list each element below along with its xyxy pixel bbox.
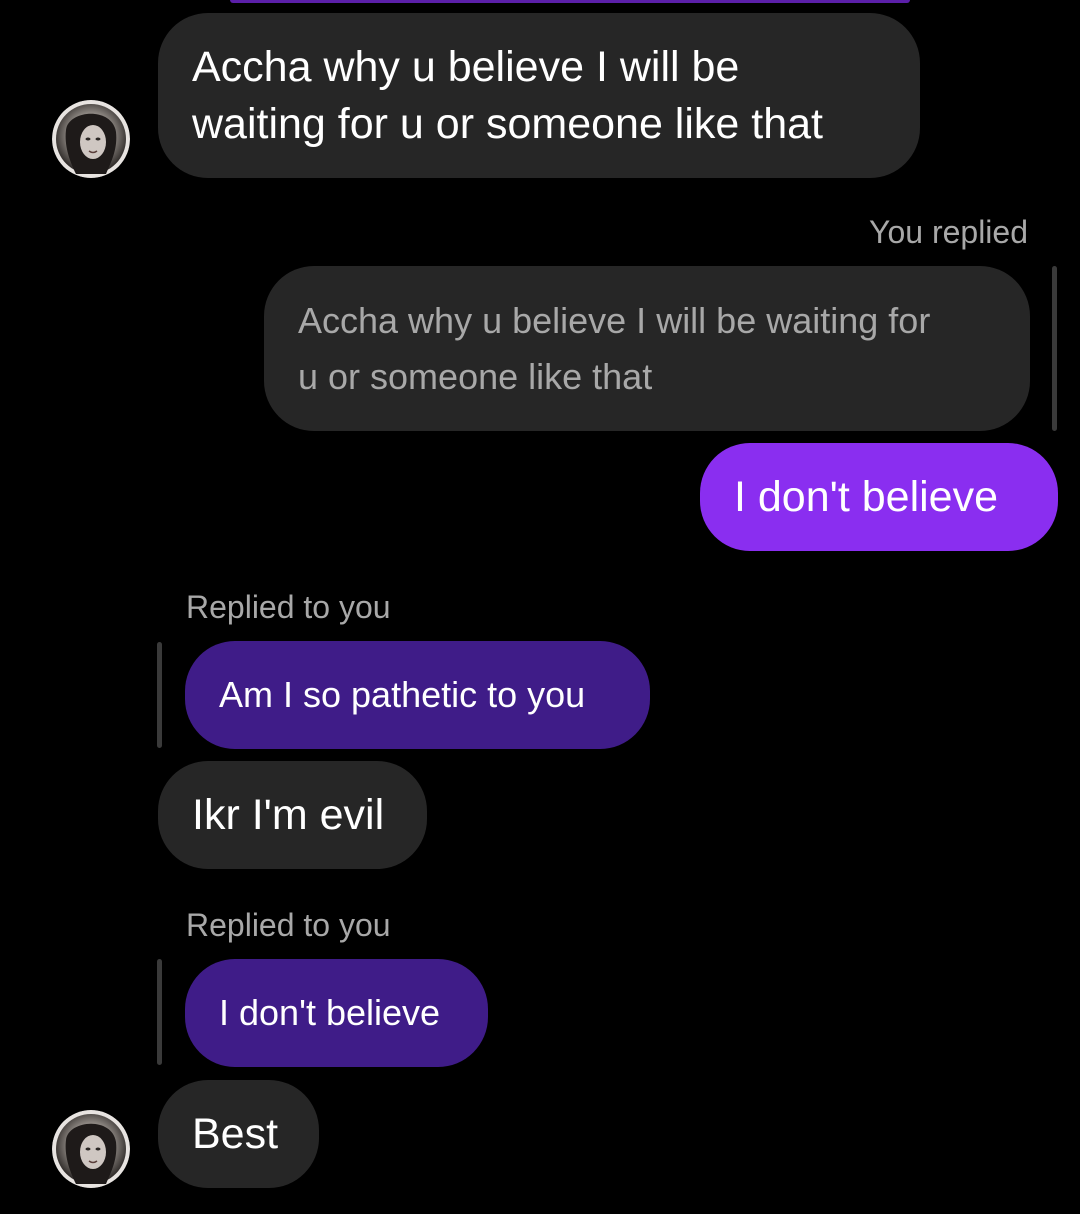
quoted-message-bubble[interactable]: I don't believe bbox=[185, 959, 488, 1067]
message-text: Ikr I'm evil bbox=[192, 790, 385, 839]
you-replied-label: You replied bbox=[869, 214, 1028, 250]
replied-to-you-label: Replied to you bbox=[186, 907, 391, 943]
contact-avatar-icon[interactable] bbox=[52, 100, 130, 178]
incoming-message-bubble[interactable]: Accha why u believe I will be waiting fo… bbox=[158, 13, 920, 178]
quoted-message-text: I don't believe bbox=[219, 992, 441, 1033]
reply-indicator-bar bbox=[157, 642, 162, 748]
reply-indicator-bar bbox=[1052, 266, 1057, 431]
reply-indicator-bar bbox=[157, 959, 162, 1065]
incoming-message-bubble[interactable]: Ikr I'm evil bbox=[158, 761, 427, 869]
replied-to-you-label: Replied to you bbox=[186, 589, 391, 625]
quoted-message-bubble[interactable]: Accha why u believe I will be waiting fo… bbox=[264, 266, 1030, 431]
quoted-message-text: Accha why u believe I will be waiting fo… bbox=[298, 299, 931, 397]
previous-message-edge bbox=[230, 0, 910, 3]
quoted-message-text: Am I so pathetic to you bbox=[219, 674, 586, 715]
contact-avatar-icon[interactable] bbox=[52, 1110, 130, 1188]
quoted-message-bubble[interactable]: Am I so pathetic to you bbox=[185, 641, 650, 749]
outgoing-message-bubble[interactable]: I don't believe bbox=[700, 443, 1058, 551]
message-text: Best bbox=[192, 1109, 279, 1158]
incoming-message-bubble[interactable]: Best bbox=[158, 1080, 319, 1188]
message-text: I don't believe bbox=[734, 472, 999, 521]
message-text: Accha why u believe I will be waiting fo… bbox=[192, 42, 823, 148]
